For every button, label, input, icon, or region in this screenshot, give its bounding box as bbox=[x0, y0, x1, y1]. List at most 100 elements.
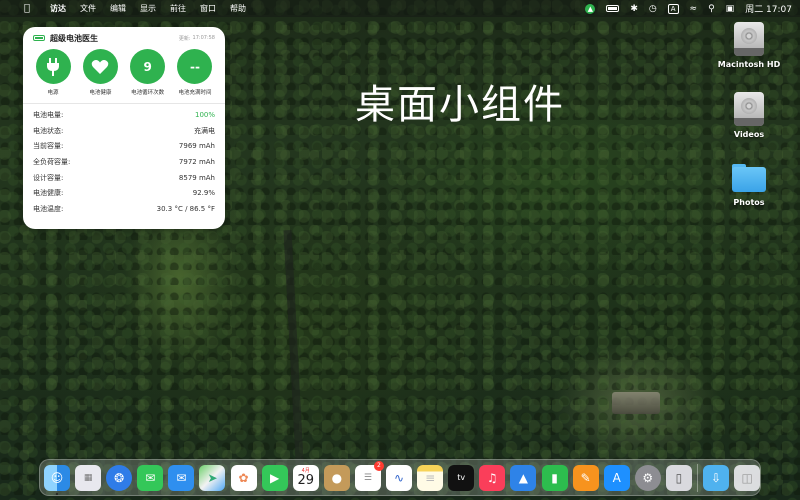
detail-key: 电池温度: bbox=[33, 204, 64, 213]
battery-status-icon[interactable] bbox=[606, 5, 620, 12]
desktop-icon-macintosh-hd[interactable]: Macintosh HD bbox=[714, 22, 784, 69]
updated-label: 更新: bbox=[178, 35, 191, 42]
detail-value: 7972 mAh bbox=[178, 157, 215, 166]
settings-gear-icon[interactable]: ⚙ bbox=[634, 464, 661, 491]
wallpaper-building bbox=[612, 392, 660, 414]
maps-icon[interactable]: ➤ bbox=[199, 464, 226, 491]
desktop-icon-videos[interactable]: Videos bbox=[714, 92, 784, 139]
charge-time-value: -- bbox=[177, 49, 213, 84]
menu-view[interactable]: 显示 bbox=[140, 3, 156, 14]
iphone-icon[interactable]: ▯ bbox=[665, 464, 692, 491]
menu-clock[interactable]: 周二 17:07 bbox=[745, 2, 792, 15]
detail-key: 电池状态: bbox=[33, 126, 64, 135]
detail-value: 7969 mAh bbox=[178, 142, 215, 151]
menu-bar:  访达 文件 编辑 显示 前往 窗口 帮助 ▲ ✱ ◷ A ≈ ⚲ ▣ 周二 … bbox=[0, 0, 800, 17]
keynote-icon[interactable]: ▲ bbox=[510, 464, 537, 491]
detail-key: 电池电量: bbox=[33, 110, 64, 119]
time-machine-icon[interactable]: ◷ bbox=[649, 4, 657, 14]
app-store-icon[interactable]: A bbox=[603, 464, 630, 491]
hard-drive-icon bbox=[734, 22, 764, 56]
desktop-icon-photos[interactable]: Photos bbox=[714, 160, 784, 207]
stat-charge-time: -- 电池充满时间 bbox=[175, 49, 215, 96]
stat-power-label: 电源 bbox=[47, 90, 59, 96]
desktop-title: 桌面小组件 bbox=[355, 82, 565, 128]
detail-key: 电池健康: bbox=[33, 189, 64, 198]
freeform-icon[interactable]: ∿ bbox=[386, 464, 413, 491]
safari-icon[interactable]: ❂ bbox=[106, 464, 133, 491]
widget-header: 超级电池医生 更新: 17:07:58 bbox=[33, 33, 215, 43]
reminders-badge: 2 bbox=[373, 460, 384, 471]
heart-icon bbox=[82, 49, 118, 84]
reminders-icon[interactable]: ☰ 2 bbox=[354, 460, 384, 491]
stat-power: 电源 bbox=[33, 49, 73, 96]
menu-help[interactable]: 帮助 bbox=[230, 3, 246, 14]
finder-icon[interactable]: ☺ bbox=[44, 464, 70, 495]
detail-row: 全负荷容量: 7972 mAh bbox=[33, 154, 215, 170]
menu-go[interactable]: 前往 bbox=[170, 3, 186, 14]
status-area: ▲ ✱ ◷ A ≈ ⚲ ▣ 周二 17:07 bbox=[585, 2, 792, 15]
widget-title: 超级电池医生 bbox=[50, 33, 98, 43]
menu-edit[interactable]: 编辑 bbox=[110, 3, 126, 14]
cycle-count-value: 9 bbox=[130, 49, 166, 84]
control-center-icon[interactable]: ▣ bbox=[726, 4, 735, 14]
trash-icon[interactable]: ◫ bbox=[734, 464, 761, 491]
battery-doctor-status-icon[interactable]: ▲ bbox=[585, 3, 596, 14]
detail-row: 当前容量: 7969 mAh bbox=[33, 138, 215, 154]
spotlight-search-icon[interactable]: ⚲ bbox=[708, 4, 715, 14]
detail-row: 电池状态: 充满电 bbox=[33, 123, 215, 139]
tv-label: tv bbox=[457, 473, 466, 482]
detail-value: 30.3 °C / 86.5 °F bbox=[156, 204, 215, 213]
detail-key: 当前容量: bbox=[33, 142, 64, 151]
mail-icon[interactable]: ✉ bbox=[168, 464, 195, 491]
desktop-icon-label: Photos bbox=[733, 198, 765, 207]
tv-icon[interactable]: tv bbox=[448, 464, 475, 491]
detail-key: 设计容量: bbox=[33, 173, 64, 182]
detail-value: 8579 mAh bbox=[178, 173, 215, 182]
pages-icon[interactable]: ✎ bbox=[572, 464, 599, 491]
widget-details: 电池电量: 100% 电池状态: 充满电 当前容量: 7969 mAh 全负荷容量: 7… bbox=[33, 107, 215, 217]
downloads-folder-icon[interactable]: ⇩ bbox=[703, 464, 730, 491]
bluetooth-icon[interactable]: ✱ bbox=[630, 4, 638, 14]
messages-icon[interactable]: ✉ bbox=[137, 464, 164, 491]
desktop-icon-label: Videos bbox=[733, 130, 765, 139]
hard-drive-icon bbox=[734, 92, 764, 126]
facetime-icon[interactable]: ▶ bbox=[261, 464, 288, 491]
music-icon[interactable]: ♫ bbox=[479, 464, 506, 491]
notes-icon[interactable]: ≡ bbox=[417, 464, 444, 491]
detail-value: 92.9% bbox=[192, 189, 215, 198]
battery-widget[interactable]: 超级电池医生 更新: 17:07:58 电源 电池健康 9 电池循环次数 -- … bbox=[23, 27, 225, 229]
apple-logo-icon[interactable]:  bbox=[24, 3, 38, 14]
detail-row: 电池健康: 92.9% bbox=[33, 185, 215, 201]
desktop-icon-label: Macintosh HD bbox=[717, 60, 781, 69]
stat-health-label: 电池健康 bbox=[89, 90, 112, 96]
launchpad-icon[interactable]: ▦ bbox=[75, 464, 102, 491]
menu-file[interactable]: 文件 bbox=[80, 3, 96, 14]
dock-separator bbox=[696, 463, 698, 492]
stat-health: 电池健康 bbox=[80, 49, 120, 96]
detail-row: 电池电量: 100% bbox=[33, 107, 215, 123]
detail-value: 100% bbox=[194, 110, 215, 119]
battery-icon bbox=[33, 35, 45, 41]
calendar-day: 29 bbox=[297, 472, 315, 488]
widget-updated: 更新: 17:07:58 bbox=[179, 35, 215, 42]
wifi-icon[interactable]: ≈ bbox=[690, 4, 698, 14]
detail-key: 全负荷容量: bbox=[33, 157, 71, 166]
stat-cycles: 9 电池循环次数 bbox=[128, 49, 168, 96]
photos-icon[interactable]: ✿ bbox=[230, 464, 257, 491]
calendar-icon[interactable]: 4月 29 bbox=[292, 464, 319, 491]
menu-window[interactable]: 窗口 bbox=[200, 3, 216, 14]
updated-time: 17:07:58 bbox=[192, 34, 215, 41]
numbers-icon[interactable]: ▮ bbox=[541, 464, 568, 491]
stat-charge-time-label: 电池充满时间 bbox=[178, 90, 212, 96]
widget-stat-circles: 电源 电池健康 9 电池循环次数 -- 电池充满时间 bbox=[33, 49, 215, 96]
contacts-icon[interactable]: ● bbox=[323, 464, 350, 491]
dock: ☺ ▦ ❂ ✉ ✉ ➤ ✿ ▶ 4月 29 ● ☰ 2 ∿ ≡ tv ♫ ▲ ▮ … bbox=[39, 459, 761, 496]
menu-app-name[interactable]: 访达 bbox=[50, 3, 66, 14]
widget-divider bbox=[23, 103, 225, 104]
input-method-icon[interactable]: A bbox=[667, 3, 679, 14]
folder-icon bbox=[732, 164, 766, 192]
plug-icon bbox=[35, 49, 71, 84]
detail-value: 充满电 bbox=[194, 126, 215, 135]
detail-row: 设计容量: 8579 mAh bbox=[33, 170, 215, 186]
detail-row: 电池温度: 30.3 °C / 86.5 °F bbox=[33, 201, 215, 217]
